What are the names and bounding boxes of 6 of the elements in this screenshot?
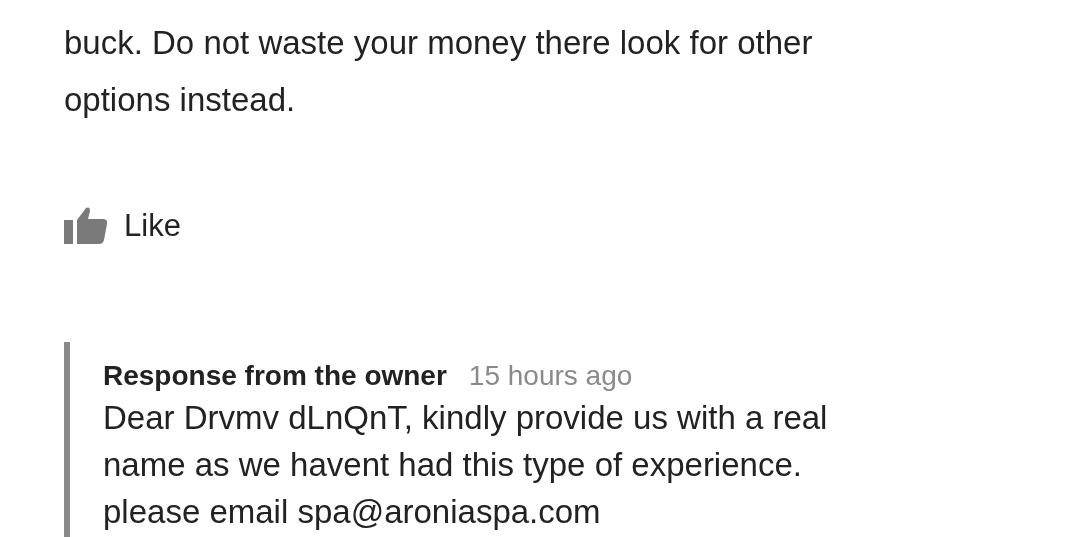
response-title: Response from the owner xyxy=(103,360,447,392)
like-button[interactable]: Like xyxy=(64,206,181,246)
review-text: buck. Do not waste your money there look for other options instead. xyxy=(64,23,814,120)
thumbs-up-icon xyxy=(64,206,108,246)
response-text: Dear Drvmv dLnQnT, kindly provide us with a real name as we havent had this type of experience. please email spa@aroniaspa.com xyxy=(103,398,829,532)
response-time: 15 hours ago xyxy=(468,360,633,392)
